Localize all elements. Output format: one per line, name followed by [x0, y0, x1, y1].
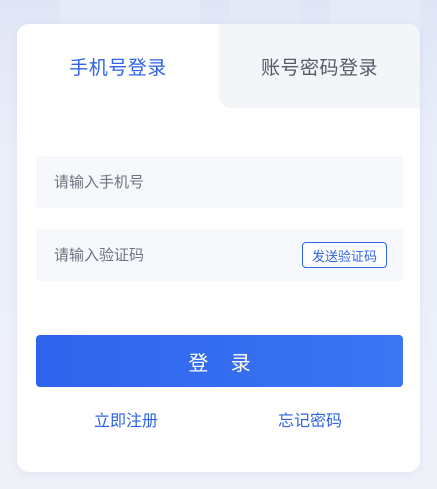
background-shape [60, 0, 200, 26]
verification-code-field[interactable]: 发送验证码 [36, 229, 403, 281]
login-tabs: 手机号登录 账号密码登录 [17, 24, 420, 108]
login-card: 手机号登录 账号密码登录 发送验证码 登 录 立即注册 忘记密码 [17, 24, 420, 472]
register-link[interactable]: 立即注册 [94, 407, 158, 431]
tab-phone-login[interactable]: 手机号登录 [17, 24, 219, 108]
phone-input[interactable] [54, 173, 284, 191]
phone-field[interactable] [36, 156, 403, 208]
tab-phone-login-label: 手机号登录 [69, 56, 167, 79]
verification-code-input[interactable] [54, 246, 284, 264]
background-shape [230, 0, 300, 22]
send-code-button[interactable]: 发送验证码 [302, 242, 387, 268]
login-button[interactable]: 登 录 [36, 335, 403, 387]
tab-account-login-label: 账号密码登录 [260, 56, 378, 79]
forgot-password-link[interactable]: 忘记密码 [278, 407, 342, 431]
tab-account-login[interactable]: 账号密码登录 [219, 24, 420, 108]
